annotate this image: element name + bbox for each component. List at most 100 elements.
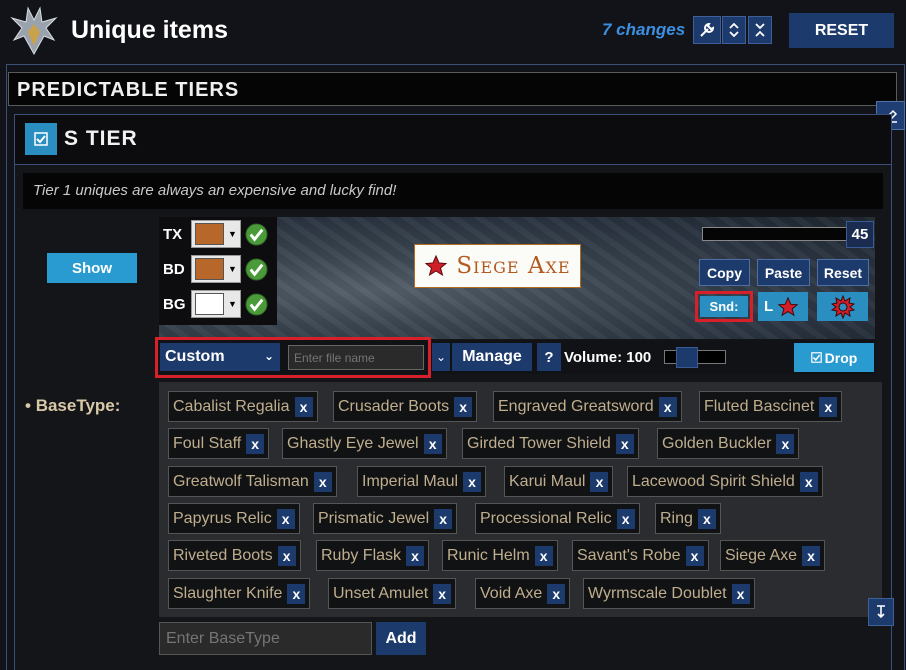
show-button[interactable]: Show bbox=[47, 253, 137, 283]
basetype-tag: Prismatic Jewel x bbox=[313, 503, 458, 534]
remove-tag-button[interactable]: x bbox=[802, 545, 821, 566]
basetype-tag: Ghastly Eye Jewel x bbox=[282, 428, 447, 459]
arrow-down-bar-icon bbox=[877, 605, 885, 619]
burst-icon bbox=[830, 294, 855, 319]
font-size-slider[interactable] bbox=[702, 227, 847, 241]
help-button[interactable]: ? bbox=[537, 343, 561, 371]
wrench-button[interactable] bbox=[693, 16, 721, 44]
minimap-icon-button[interactable]: L bbox=[758, 292, 808, 321]
basetype-tag-label: Ruby Flask bbox=[321, 546, 402, 564]
add-basetype-button[interactable]: Add bbox=[376, 622, 426, 655]
item-name: Siege Axe bbox=[456, 253, 571, 279]
volume-slider-thumb[interactable] bbox=[676, 347, 698, 368]
chevron-collapse-icon bbox=[755, 23, 765, 37]
remove-tag-button[interactable]: x bbox=[731, 583, 750, 604]
text-color-label: TX bbox=[163, 225, 183, 243]
basetype-tag: Wyrmscale Doublet x bbox=[583, 578, 755, 609]
tier-description-bar: Tier 1 uniques are always an expensive a… bbox=[23, 173, 883, 209]
check-icon bbox=[810, 352, 822, 363]
check-icon bbox=[34, 132, 48, 146]
background-color-row: BG ▼ bbox=[163, 289, 269, 319]
tier-header[interactable]: S TIER bbox=[15, 115, 891, 165]
remove-tag-button[interactable]: x bbox=[287, 583, 306, 604]
border-color-picker[interactable]: ▼ bbox=[191, 255, 241, 283]
basetype-tag-label: Unset Amulet bbox=[333, 584, 429, 602]
volume-slider[interactable] bbox=[664, 347, 726, 368]
remove-tag-button[interactable]: x bbox=[658, 396, 677, 417]
remove-tag-button[interactable]: x bbox=[547, 583, 566, 604]
volume-label: Volume: 100 bbox=[564, 349, 652, 366]
sound-file-dropdown[interactable]: ⌄ bbox=[432, 343, 450, 371]
basetype-tag: Lacewood Spirit Shield x bbox=[627, 466, 823, 497]
remove-tag-button[interactable]: x bbox=[685, 545, 704, 566]
copy-button[interactable]: Copy bbox=[699, 259, 750, 286]
page-title: Unique items bbox=[71, 16, 228, 44]
dropdown-arrow-icon: ▼ bbox=[228, 229, 237, 239]
basetype-tag: Karui Maul x bbox=[504, 466, 614, 497]
expand-button[interactable] bbox=[722, 16, 746, 44]
star-icon bbox=[425, 254, 448, 277]
basetype-tag: Unset Amulet x bbox=[328, 578, 457, 609]
remove-tag-button[interactable]: x bbox=[406, 545, 425, 566]
basetype-tag: Crusader Boots x bbox=[333, 391, 478, 422]
remove-tag-button[interactable]: x bbox=[615, 433, 634, 454]
reset-button[interactable]: RESET bbox=[789, 13, 894, 48]
remove-tag-button[interactable]: x bbox=[246, 433, 265, 454]
remove-tag-button[interactable]: x bbox=[454, 396, 473, 417]
remove-tag-button[interactable]: x bbox=[433, 583, 452, 604]
basetype-tag-label: Ghastly Eye Jewel bbox=[287, 434, 419, 452]
text-color-row: TX ▼ bbox=[163, 219, 269, 249]
sound-button-highlight: Snd: bbox=[695, 291, 753, 322]
remove-tag-button[interactable]: x bbox=[799, 471, 818, 492]
basetype-tag-label: Void Axe bbox=[480, 584, 543, 602]
tier-description: Tier 1 uniques are always an expensive a… bbox=[33, 182, 397, 199]
remove-tag-button[interactable]: x bbox=[616, 508, 635, 529]
basetype-tag: Void Axe x bbox=[475, 578, 571, 609]
tier-checkbox[interactable] bbox=[25, 123, 57, 155]
dropdown-arrow-icon: ▼ bbox=[228, 299, 237, 309]
checkmark-icon[interactable] bbox=[244, 292, 269, 317]
remove-tag-button[interactable]: x bbox=[434, 508, 453, 529]
basetype-input[interactable] bbox=[159, 622, 372, 655]
background-color-picker[interactable]: ▼ bbox=[191, 290, 241, 318]
scroll-to-bottom-button[interactable] bbox=[868, 598, 894, 626]
basetype-tag: Imperial Maul x bbox=[357, 466, 487, 497]
basetype-tag-label: Processional Relic bbox=[480, 509, 612, 527]
basetype-tag-label: Foul Staff bbox=[173, 434, 242, 452]
paste-button[interactable]: Paste bbox=[757, 259, 810, 286]
basetype-tag-label: Runic Helm bbox=[447, 546, 530, 564]
sound-button[interactable]: Snd: bbox=[700, 296, 748, 317]
basetype-tag-label: Siege Axe bbox=[725, 546, 798, 564]
drop-sound-toggle[interactable]: Drop bbox=[794, 343, 874, 372]
remove-tag-button[interactable]: x bbox=[294, 396, 313, 417]
remove-tag-button[interactable]: x bbox=[423, 433, 442, 454]
wrench-icon bbox=[700, 22, 715, 37]
checkmark-icon[interactable] bbox=[244, 257, 269, 282]
checkmark-icon[interactable] bbox=[244, 222, 269, 247]
section-header: PREDICTABLE TIERS bbox=[8, 72, 897, 106]
remove-tag-button[interactable]: x bbox=[276, 508, 295, 529]
manage-button[interactable]: Manage bbox=[452, 343, 532, 371]
basetype-tag-label: Engraved Greatsword bbox=[498, 397, 654, 415]
remove-tag-button[interactable]: x bbox=[697, 508, 716, 529]
remove-tag-button[interactable]: x bbox=[819, 396, 838, 417]
changes-count[interactable]: 7 changes bbox=[602, 20, 685, 40]
basetype-tag: Foul Staff x bbox=[168, 428, 270, 459]
basetype-tag: Processional Relic x bbox=[475, 503, 640, 534]
text-color-picker[interactable]: ▼ bbox=[191, 220, 241, 248]
background-color-swatch bbox=[195, 293, 224, 315]
font-size-value[interactable]: 45 bbox=[846, 221, 874, 248]
beam-effect-button[interactable] bbox=[817, 292, 868, 321]
remove-tag-button[interactable]: x bbox=[313, 471, 332, 492]
remove-tag-button[interactable]: x bbox=[590, 471, 609, 492]
remove-tag-button[interactable]: x bbox=[534, 545, 553, 566]
remove-tag-button[interactable]: x bbox=[776, 433, 795, 454]
basetype-tag-label: Imperial Maul bbox=[362, 472, 459, 490]
collapse-button[interactable] bbox=[748, 16, 772, 44]
basetype-label-text: BaseType: bbox=[35, 396, 121, 415]
remove-tag-button[interactable]: x bbox=[463, 471, 482, 492]
basetype-tag: Fluted Bascinet x bbox=[699, 391, 843, 422]
remove-tag-button[interactable]: x bbox=[277, 545, 296, 566]
basetype-tag-label: Greatwolf Talisman bbox=[173, 472, 309, 490]
preview-reset-button[interactable]: Reset bbox=[817, 259, 869, 286]
